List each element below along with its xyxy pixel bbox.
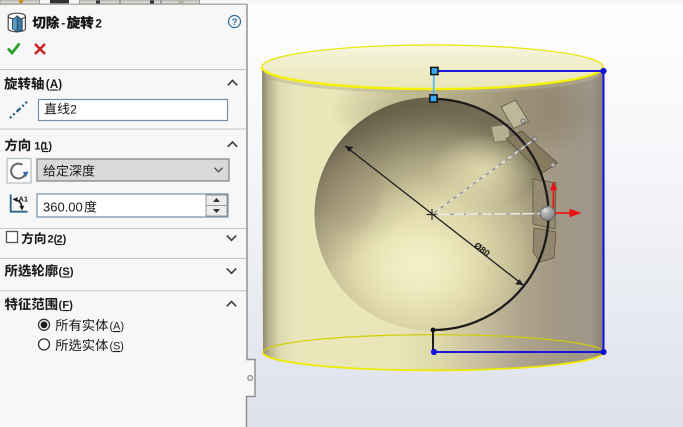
svg-text:?: ? — [232, 17, 238, 28]
svg-text:S: S — [113, 341, 120, 353]
svg-text:A1: A1 — [19, 195, 29, 204]
svg-text:2: 2 — [70, 103, 77, 117]
svg-text:): ) — [120, 341, 124, 353]
svg-text:S: S — [62, 266, 69, 278]
svg-text:A: A — [50, 79, 58, 91]
svg-text:): ) — [70, 266, 74, 278]
svg-text:): ) — [58, 79, 62, 91]
svg-text:): ) — [63, 234, 67, 246]
svg-text:): ) — [48, 141, 52, 153]
svg-text:360.00: 360.00 — [43, 200, 83, 215]
svg-text:-: - — [61, 16, 65, 30]
svg-text:): ) — [121, 321, 125, 333]
svg-text:): ) — [69, 300, 73, 312]
svg-text:2: 2 — [95, 17, 102, 31]
